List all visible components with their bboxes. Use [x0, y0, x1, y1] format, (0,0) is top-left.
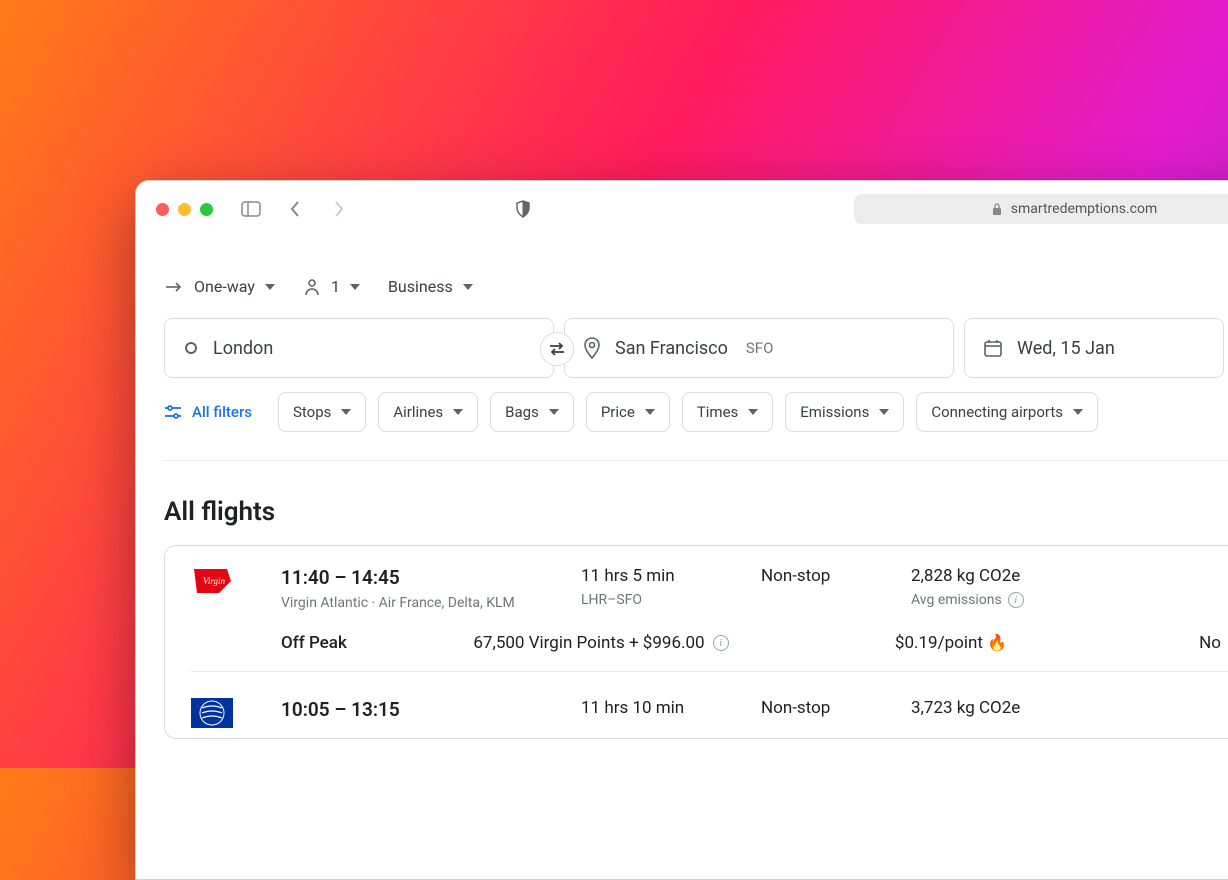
- cabin-select[interactable]: Business: [388, 277, 473, 296]
- trip-type-label: One-way: [194, 277, 255, 296]
- filter-chips-row: All filters Stops Airlines Bags Price Ti…: [164, 392, 1228, 432]
- titlebar: smartredemptions.com: [136, 181, 1228, 237]
- flight-stops: Non-stop: [761, 566, 911, 586]
- date-value: Wed, 15 Jan: [1017, 338, 1115, 359]
- emissions-note: Avg emissions: [911, 592, 1002, 608]
- flight-carriers: Virgin Atlantic · Air France, Delta, KLM: [281, 595, 581, 611]
- chevron-down-icon: [1073, 409, 1083, 415]
- chevron-down-icon: [265, 284, 275, 290]
- destination-field[interactable]: San Francisco SFO: [564, 318, 954, 378]
- flight-times: 10:05 – 13:15: [281, 698, 581, 721]
- passenger-count: 1: [331, 277, 340, 296]
- flight-emissions: 3,723 kg CO2e: [911, 698, 1131, 718]
- page-content: One-way 1 Business London: [136, 277, 1228, 739]
- flight-emissions: 2,828 kg CO2e: [911, 566, 1131, 586]
- flight-duration: 11 hrs 5 min: [581, 566, 761, 586]
- lock-icon: [991, 202, 1003, 216]
- chevron-down-icon: [463, 284, 473, 290]
- airline-logo-united: [191, 698, 233, 728]
- origin-value: London: [213, 338, 273, 359]
- filter-chip-airlines[interactable]: Airlines: [378, 392, 478, 432]
- search-inputs-row: London San Francisco SFO Wed, 15 Jan: [164, 318, 1228, 378]
- points-line: 67,500 Virgin Points + $996.00: [473, 633, 704, 653]
- swap-icon: [547, 342, 567, 356]
- all-filters-button[interactable]: All filters: [164, 392, 266, 432]
- airline-logo-virgin: Virgin: [191, 566, 233, 596]
- person-icon: [303, 278, 321, 296]
- results-heading: All flights: [164, 497, 1228, 527]
- pin-icon: [583, 337, 601, 359]
- search-options-row: One-way 1 Business: [164, 277, 1228, 296]
- peak-label: Off Peak: [281, 633, 401, 653]
- minimize-icon[interactable]: [178, 203, 191, 216]
- date-field[interactable]: Wed, 15 Jan: [964, 318, 1224, 378]
- flight-row[interactable]: 10:05 – 13:15 11 hrs 10 min Non-stop 3,7…: [165, 682, 1228, 738]
- origin-field[interactable]: London: [164, 318, 554, 378]
- reward-row: Off Peak 67,500 Virgin Points + $996.00 …: [191, 633, 1228, 653]
- filter-chip-stops[interactable]: Stops: [278, 392, 366, 432]
- calendar-icon: [983, 338, 1003, 358]
- destination-code: SFO: [746, 339, 774, 357]
- info-icon[interactable]: i: [713, 635, 729, 651]
- cabin-label: Business: [388, 277, 453, 296]
- flight-route: LHR–SFO: [581, 592, 761, 608]
- filter-chip-connecting[interactable]: Connecting airports: [916, 392, 1098, 432]
- window-controls: [156, 203, 213, 216]
- close-icon[interactable]: [156, 203, 169, 216]
- flight-row[interactable]: Virgin 11:40 – 14:45 Virgin Atlantic · A…: [165, 546, 1228, 682]
- circle-icon: [183, 340, 199, 356]
- flight-duration: 11 hrs 10 min: [581, 698, 761, 718]
- forward-button[interactable]: [325, 195, 353, 223]
- filter-chip-times[interactable]: Times: [682, 392, 773, 432]
- swap-button[interactable]: [540, 332, 574, 366]
- svg-text:Virgin: Virgin: [203, 576, 225, 586]
- flight-times: 11:40 – 14:45: [281, 566, 581, 589]
- info-icon[interactable]: i: [1008, 592, 1024, 608]
- chevron-down-icon: [341, 409, 351, 415]
- arrow-right-icon: [164, 282, 184, 292]
- url-text: smartredemptions.com: [1011, 201, 1158, 217]
- filter-chip-price[interactable]: Price: [586, 392, 670, 432]
- fullscreen-icon[interactable]: [200, 203, 213, 216]
- extra-col: No: [1101, 633, 1221, 653]
- flights-list: Virgin 11:40 – 14:45 Virgin Atlantic · A…: [164, 545, 1228, 739]
- all-filters-label: All filters: [192, 403, 252, 421]
- destination-value: San Francisco: [615, 338, 728, 359]
- chevron-down-icon: [879, 409, 889, 415]
- trip-type-select[interactable]: One-way: [164, 277, 275, 296]
- chevron-down-icon: [549, 409, 559, 415]
- divider: [164, 460, 1228, 461]
- sliders-icon: [164, 404, 182, 420]
- fire-icon: 🔥: [987, 633, 1007, 652]
- chevron-down-icon: [645, 409, 655, 415]
- browser-window: smartredemptions.com One-way 1 Business: [135, 180, 1228, 880]
- address-bar[interactable]: smartredemptions.com: [854, 194, 1228, 224]
- chevron-down-icon: [453, 409, 463, 415]
- back-button[interactable]: [281, 195, 309, 223]
- chevron-down-icon: [748, 409, 758, 415]
- flight-stops: Non-stop: [761, 698, 911, 718]
- sidebar-toggle-icon[interactable]: [237, 195, 265, 223]
- rate-value: $0.19/point: [895, 633, 983, 653]
- passenger-select[interactable]: 1: [303, 277, 360, 296]
- chevron-down-icon: [350, 284, 360, 290]
- filter-chip-bags[interactable]: Bags: [490, 392, 574, 432]
- filter-chip-emissions[interactable]: Emissions: [785, 392, 904, 432]
- privacy-shield-icon[interactable]: [509, 195, 537, 223]
